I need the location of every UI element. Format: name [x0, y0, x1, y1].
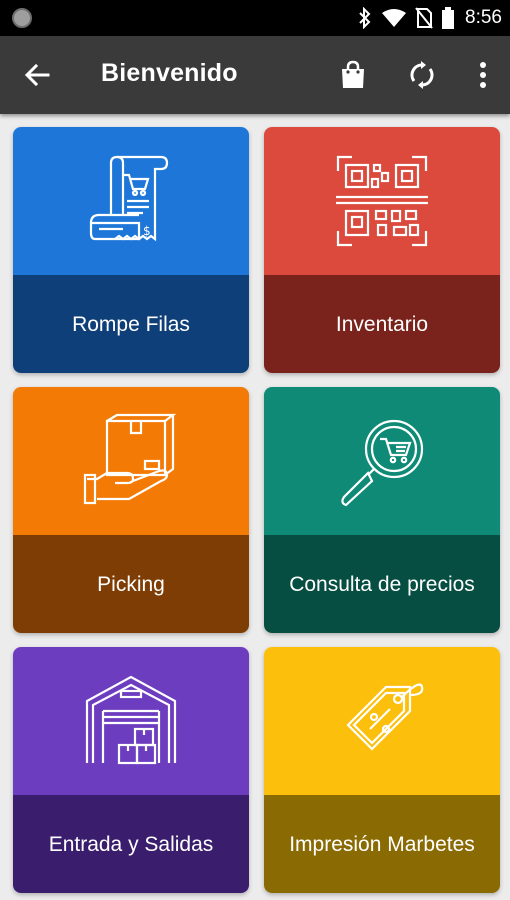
status-clock: 8:56: [465, 7, 502, 28]
no-sim-icon: [415, 7, 433, 29]
tile-entrada-salidas-top: [13, 647, 249, 795]
battery-icon: [442, 7, 455, 29]
svg-text:$: $: [143, 224, 151, 238]
tile-entrada-salidas[interactable]: Entrada y Salidas: [13, 647, 249, 893]
status-bar: 8:56: [0, 0, 510, 36]
warehouse-icon: [85, 675, 177, 765]
more-vert-icon[interactable]: [466, 58, 500, 92]
tile-rompe-filas-label: Rompe Filas: [13, 275, 249, 373]
tile-impresion-marbetes-label: Impresión Marbetes: [264, 795, 500, 893]
tile-consulta-precios[interactable]: Consulta de precios: [264, 387, 500, 633]
tile-picking-top: [13, 387, 249, 535]
price-tag-icon: [346, 683, 424, 751]
tile-inventario-label: Inventario: [264, 275, 500, 373]
tile-consulta-precios-top: [264, 387, 500, 535]
sync-icon[interactable]: [405, 58, 439, 92]
hand-box-icon: [83, 413, 177, 505]
magnifier-cart-icon: [341, 419, 424, 507]
tile-rompe-filas[interactable]: $ Rompe Filas: [13, 127, 249, 373]
app-toolbar: Bienvenido: [0, 36, 510, 114]
shopping-bag-icon[interactable]: [336, 58, 370, 92]
tile-impresion-marbetes-top: [264, 647, 500, 795]
menu-grid: $ Rompe Filas Inventario Picking Consult…: [0, 114, 510, 900]
tile-entrada-salidas-label: Entrada y Salidas: [13, 795, 249, 893]
tile-rompe-filas-top: $: [13, 127, 249, 275]
wifi-icon: [382, 9, 407, 27]
tile-inventario-top: [264, 127, 500, 275]
qr-scan-icon: [336, 155, 428, 247]
back-arrow-icon[interactable]: [20, 58, 54, 92]
page-title: Bienvenido: [101, 59, 238, 87]
tile-impresion-marbetes[interactable]: Impresión Marbetes: [264, 647, 500, 893]
notification-icon: [12, 8, 32, 28]
tile-picking[interactable]: Picking: [13, 387, 249, 633]
receipt-cart-icon: $: [89, 155, 169, 242]
tile-inventario[interactable]: Inventario: [264, 127, 500, 373]
tile-consulta-precios-label: Consulta de precios: [264, 535, 500, 633]
bluetooth-icon: [359, 7, 371, 29]
tile-picking-label: Picking: [13, 535, 249, 633]
